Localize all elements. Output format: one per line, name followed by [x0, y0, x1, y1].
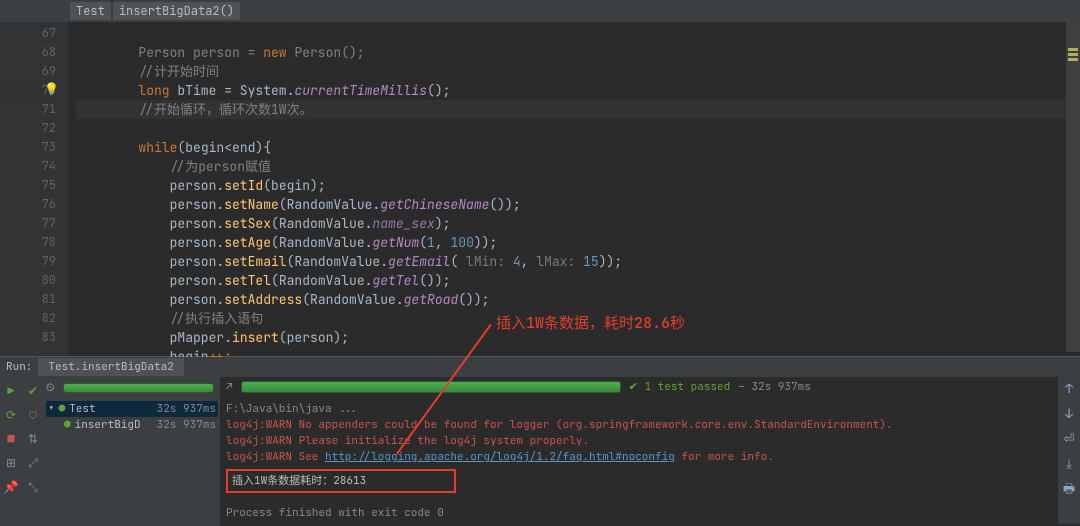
layout-icon[interactable]: ⊞	[6, 455, 16, 471]
sort-icon[interactable]: ⇅	[28, 431, 38, 447]
run-label: Run:	[0, 360, 38, 374]
test-progress-bar-wide	[241, 381, 621, 393]
code-area[interactable]: Person person = new Person(); //计开始时间 lo…	[68, 22, 1080, 356]
test-node-root[interactable]: ▾ ● Test 32s 937ms	[46, 401, 218, 417]
console-line: log4j:WARN See http://logging.apache.org…	[226, 449, 1074, 465]
code-line: long bTime = System.currentTimeMillis();	[76, 82, 450, 99]
code-line: pMapper.insert(person);	[76, 329, 349, 346]
code-line: //为person赋值	[76, 158, 271, 175]
print-icon[interactable]: 🖶	[1063, 480, 1075, 502]
code-line: person.setAddress(RandomValue.getRoad())…	[76, 291, 489, 308]
test-ok-icon: ●	[64, 418, 71, 432]
run-panel-header: Run: Test.insertBigData2	[0, 357, 1080, 377]
filter-ignore-icon[interactable]: ◌	[29, 407, 36, 423]
stop-icon[interactable]: ■	[7, 431, 14, 447]
filter-pass-icon[interactable]: ✔	[28, 383, 38, 399]
code-line: person.setSex(RandomValue.name_sex);	[76, 215, 450, 232]
code-line: person.setId(begin);	[76, 177, 326, 194]
warning-marker[interactable]	[1068, 58, 1078, 61]
console-line: F:\Java\bin\java ...	[226, 401, 1074, 417]
line-gutter: 💡 676869 707172 737475 767778 798081 828…	[0, 22, 68, 356]
code-line: person.setTel(RandomValue.getTel());	[76, 272, 450, 289]
breadcrumb: Test insertBigData2()	[0, 0, 1080, 22]
collapse-icon[interactable]: ⤡	[28, 479, 38, 495]
run-toolbar-left-2: ✔ ◌ ⇅ ⤢ ⤡	[22, 377, 44, 526]
code-line-current: //开始循环，循环次数1W次。	[76, 100, 1080, 119]
scroll-end-icon[interactable]: ⤓	[1066, 455, 1072, 472]
run-tab[interactable]: Test.insertBigData2	[38, 358, 183, 376]
test-label: Test	[69, 402, 95, 416]
code-line: Person person = new Person();	[76, 44, 365, 61]
test-time: 32s 937ms	[157, 402, 216, 416]
expand-icon[interactable]: ⤢	[28, 455, 38, 471]
test-label: insertBigD	[75, 418, 141, 432]
tests-elapsed: – 32s 937ms	[738, 379, 811, 395]
code-line: while(begin<end){	[76, 139, 271, 156]
code-line: person.setEmail(RandomValue.getEmail( lM…	[76, 253, 622, 270]
test-tree: ⏲ ▾ ● Test 32s 937ms ● insertBigD 32s 93…	[44, 377, 220, 526]
test-time: 32s 937ms	[157, 418, 216, 432]
history-icon[interactable]: ⏲	[46, 381, 55, 395]
code-line: //执行插入语句	[76, 310, 263, 327]
code-line: person.setAge(RandomValue.getNum(1, 100)…	[76, 234, 497, 251]
test-ok-icon: ●	[59, 402, 66, 416]
console-line: log4j:WARN Please initialize the log4j s…	[226, 433, 1074, 449]
export-icon[interactable]: ↗	[226, 379, 233, 395]
down-icon[interactable]: ↓	[1065, 405, 1073, 422]
editor-marker-strip[interactable]	[1066, 18, 1080, 352]
code-line: //计开始时间	[76, 63, 219, 80]
breadcrumb-method[interactable]: insertBigData2()	[113, 2, 240, 20]
rerun-icon[interactable]: ▶	[7, 383, 14, 399]
test-node-child[interactable]: ● insertBigD 32s 937ms	[46, 417, 218, 433]
console-line: Process finished with exit code 0	[226, 505, 1074, 521]
console-highlight: 插入1W条数据耗时：28613	[226, 469, 456, 493]
chevron-down-icon: ▾	[48, 402, 55, 416]
run-toolbar-left-1: ▶ ⟳ ■ ⊞ 📌	[0, 377, 22, 526]
warning-marker[interactable]	[1068, 53, 1078, 56]
code-line: person.setName(RandomValue.getChineseNam…	[76, 196, 521, 213]
breadcrumb-class[interactable]: Test	[70, 2, 111, 20]
pin-icon[interactable]: 📌	[4, 479, 19, 495]
up-icon[interactable]: ↑	[1065, 380, 1073, 397]
intention-bulb-icon[interactable]: 💡	[44, 80, 59, 99]
warning-marker[interactable]	[1068, 48, 1078, 51]
run-panel: Run: Test.insertBigData2 ▶ ⟳ ■ ⊞ 📌 ✔ ◌ ⇅…	[0, 356, 1080, 526]
test-progress-bar	[63, 383, 214, 393]
run-icon[interactable]: ⟳	[6, 407, 16, 423]
code-editor[interactable]: 💡 676869 707172 737475 767778 798081 828…	[0, 22, 1080, 356]
console-output[interactable]: ↗ ✔ 1 test passed – 32s 937ms F:\Java\bi…	[220, 377, 1080, 526]
tests-passed-label: ✔ 1 test passed	[629, 379, 731, 395]
wrap-icon[interactable]: ⏎	[1064, 430, 1075, 447]
console-line: log4j:WARN No appenders could be found f…	[226, 417, 1074, 433]
run-toolbar-right: ↑ ↓ ⏎ ⤓ 🖶	[1058, 374, 1080, 524]
